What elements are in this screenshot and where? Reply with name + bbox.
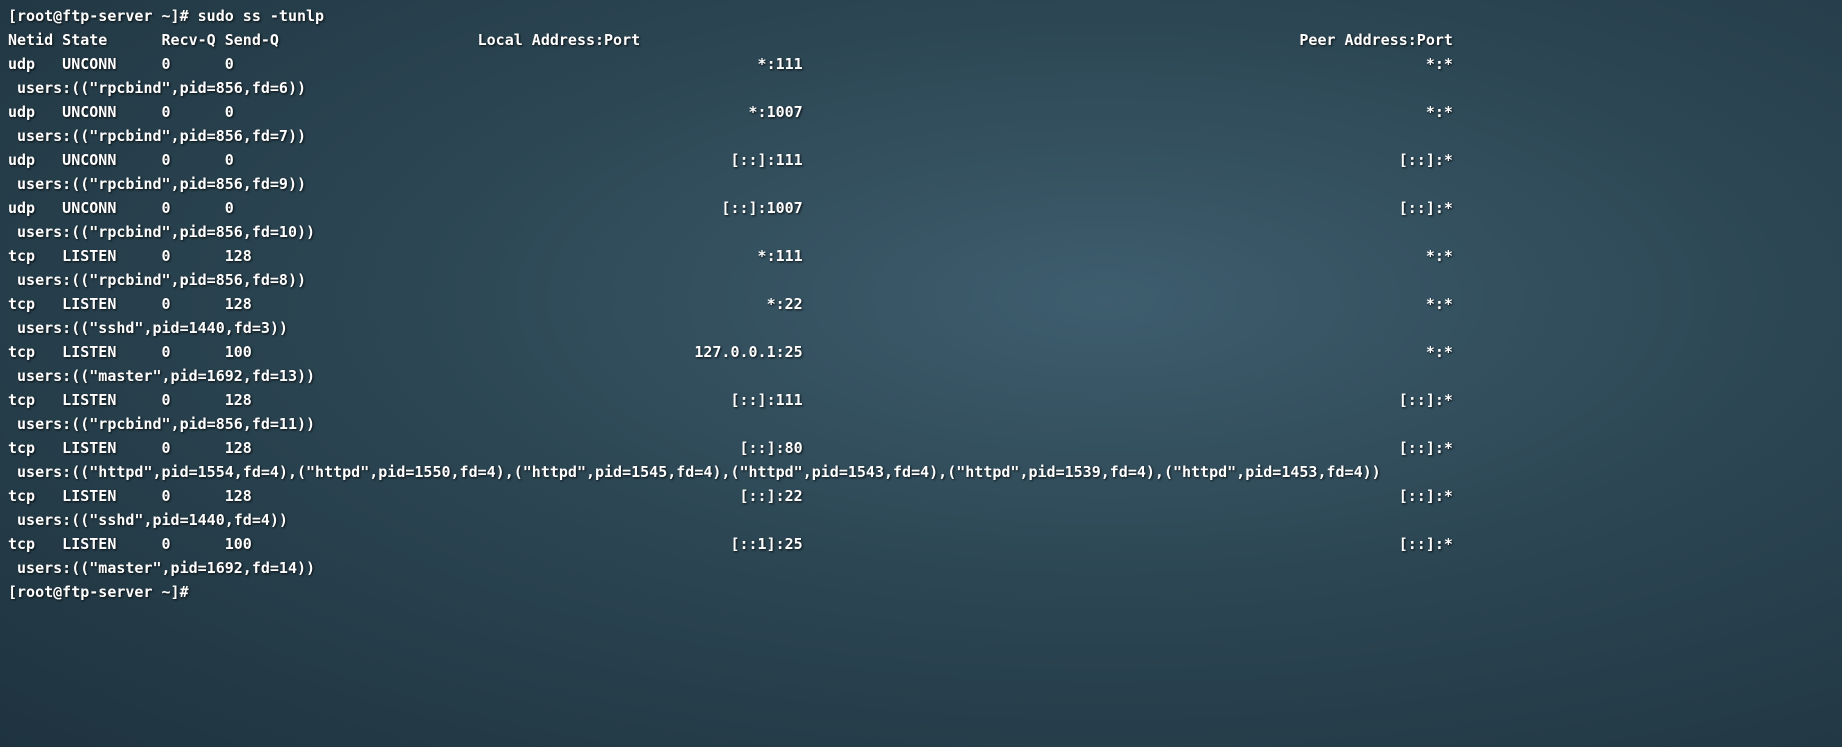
socket-users: users:(("httpd",pid=1554,fd=4),("httpd",… [8, 460, 1834, 484]
header-row: Netid State Recv-Q Send-Q Local Address:… [8, 28, 1834, 52]
socket-row: tcp LISTEN 0 128 [::]:111 [::]:* [8, 388, 1834, 412]
socket-users: users:(("sshd",pid=1440,fd=3)) [8, 316, 1834, 340]
socket-users: users:(("rpcbind",pid=856,fd=8)) [8, 268, 1834, 292]
socket-users: users:(("master",pid=1692,fd=13)) [8, 364, 1834, 388]
socket-users: users:(("rpcbind",pid=856,fd=7)) [8, 124, 1834, 148]
socket-users: users:(("sshd",pid=1440,fd=4)) [8, 508, 1834, 532]
socket-row: tcp LISTEN 0 100 127.0.0.1:25 *:* [8, 340, 1834, 364]
socket-row: tcp LISTEN 0 128 *:22 *:* [8, 292, 1834, 316]
socket-users: users:(("master",pid=1692,fd=14)) [8, 556, 1834, 580]
prompt-line: [root@ftp-server ~]# [8, 580, 1834, 604]
socket-users: users:(("rpcbind",pid=856,fd=10)) [8, 220, 1834, 244]
socket-row: tcp LISTEN 0 128 [::]:80 [::]:* [8, 436, 1834, 460]
socket-row: udp UNCONN 0 0 *:111 *:* [8, 52, 1834, 76]
socket-row: tcp LISTEN 0 128 [::]:22 [::]:* [8, 484, 1834, 508]
socket-users: users:(("rpcbind",pid=856,fd=11)) [8, 412, 1834, 436]
socket-row: udp UNCONN 0 0 [::]:1007 [::]:* [8, 196, 1834, 220]
socket-users: users:(("rpcbind",pid=856,fd=6)) [8, 76, 1834, 100]
socket-row: udp UNCONN 0 0 [::]:111 [::]:* [8, 148, 1834, 172]
terminal-output[interactable]: [root@ftp-server ~]# sudo ss -tunlpNetid… [0, 0, 1842, 608]
socket-row: tcp LISTEN 0 128 *:111 *:* [8, 244, 1834, 268]
socket-row: udp UNCONN 0 0 *:1007 *:* [8, 100, 1834, 124]
socket-row: tcp LISTEN 0 100 [::1]:25 [::]:* [8, 532, 1834, 556]
socket-users: users:(("rpcbind",pid=856,fd=9)) [8, 172, 1834, 196]
command-line: [root@ftp-server ~]# sudo ss -tunlp [8, 4, 1834, 28]
